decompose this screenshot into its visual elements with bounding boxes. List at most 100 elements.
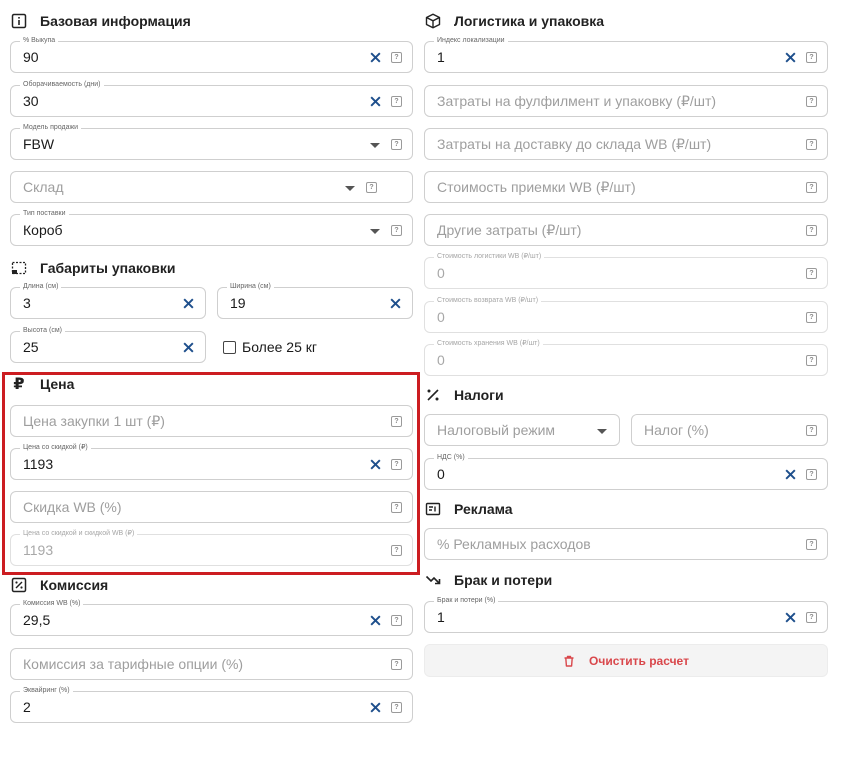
supply-type-select[interactable]: Тип поставки Короб ? (10, 209, 413, 246)
help-icon[interactable]: ? (391, 52, 402, 63)
section-basic-info: Базовая информация (10, 12, 191, 30)
help-icon[interactable]: ? (391, 702, 402, 713)
height-field[interactable]: Высота (см) 25 (10, 326, 206, 363)
help-icon[interactable]: ? (806, 425, 817, 436)
section-title: Логистика и упаковка (454, 13, 605, 29)
clear-icon[interactable] (369, 614, 382, 627)
clear-icon[interactable] (369, 458, 382, 471)
clear-icon[interactable] (369, 701, 382, 714)
help-icon[interactable]: ? (806, 52, 817, 63)
field-value[interactable]: 2 (23, 692, 31, 723)
help-icon[interactable]: ? (806, 312, 817, 323)
help-icon[interactable]: ? (391, 459, 402, 470)
help-icon[interactable]: ? (391, 225, 402, 236)
help-icon[interactable]: ? (391, 96, 402, 107)
help-icon[interactable]: ? (366, 182, 377, 193)
help-icon[interactable]: ? (806, 612, 817, 623)
wb-commission-field[interactable]: Комиссия WB (%) 29,5 ? (10, 599, 413, 636)
trend-down-icon (424, 571, 442, 589)
field-value: FBW (23, 136, 55, 152)
field-value[interactable]: 1 (437, 602, 445, 633)
help-icon[interactable]: ? (391, 659, 402, 670)
fulfillment-cost-field[interactable]: Затраты на фулфилмент и упаковку (₽/шт) … (424, 85, 828, 117)
field-label: Стоимость возврата WB (₽/шт) (434, 296, 542, 305)
section-title: Габариты упаковки (40, 260, 176, 276)
field-placeholder: Скидка WB (%) (23, 499, 122, 515)
heavy-checkbox[interactable]: Более 25 кг (223, 339, 317, 355)
help-icon[interactable]: ? (391, 502, 402, 513)
storage-cost-field: Стоимость хранения WB (₽/шт) 0 ? (424, 339, 828, 376)
logistics-cost-field: Стоимость логистики WB (₽/шт) 0 ? (424, 252, 828, 289)
tax-regime-select[interactable]: Налоговый режим (424, 414, 620, 446)
clear-icon[interactable] (182, 341, 195, 354)
tariff-commission-field[interactable]: Комиссия за тарифные опции (%) ? (10, 648, 413, 680)
field-value[interactable]: 30 (23, 86, 39, 117)
help-icon[interactable]: ? (806, 268, 817, 279)
defects-field[interactable]: Брак и потери (%) 1 ? (424, 596, 828, 633)
wb-discount-field[interactable]: Скидка WB (%) ? (10, 491, 413, 523)
localization-index-field[interactable]: Индекс локализации 1 ? (424, 36, 828, 73)
ad-expenses-field[interactable]: % Рекламных расходов ? (424, 528, 828, 560)
field-label: Стоимость логистики WB (₽/шт) (434, 252, 545, 261)
field-value[interactable]: 0 (437, 459, 445, 490)
help-icon[interactable]: ? (391, 139, 402, 150)
field-label: Стоимость хранения WB (₽/шт) (434, 339, 543, 348)
clear-icon[interactable] (369, 95, 382, 108)
chevron-down-icon[interactable] (597, 429, 607, 434)
clear-icon[interactable] (784, 611, 797, 624)
buyout-field[interactable]: % Выкупа 90 ? (10, 36, 413, 73)
clear-icon[interactable] (784, 51, 797, 64)
section-price: ₽ Цена (10, 375, 74, 393)
sales-model-select[interactable]: Модель продажи FBW ? (10, 123, 413, 160)
percent-box-icon (10, 576, 28, 594)
acquiring-field[interactable]: Эквайринг (%) 2 ? (10, 686, 413, 723)
delivery-cost-field[interactable]: Затраты на доставку до склада WB (₽/шт) … (424, 128, 828, 160)
help-icon[interactable]: ? (806, 182, 817, 193)
acceptance-cost-field[interactable]: Стоимость приемки WB (₽/шт) ? (424, 171, 828, 203)
field-value: 0 (437, 309, 445, 325)
length-field[interactable]: Длина (см) 3 (10, 282, 206, 319)
field-value[interactable]: 1193 (23, 449, 53, 480)
discount-price-field[interactable]: Цена со скидкой (₽) 1193 ? (10, 443, 413, 480)
help-icon[interactable]: ? (806, 355, 817, 366)
tax-rate-field[interactable]: Налог (%) ? (631, 414, 828, 446)
help-icon[interactable]: ? (806, 225, 817, 236)
chevron-down-icon[interactable] (370, 229, 380, 234)
field-value: Короб (23, 222, 63, 238)
clear-icon[interactable] (389, 297, 402, 310)
ad-board-icon (424, 500, 442, 518)
warehouse-select[interactable]: Склад ? (10, 171, 413, 203)
field-value[interactable]: 29,5 (23, 605, 50, 636)
help-icon[interactable]: ? (806, 96, 817, 107)
clear-icon[interactable] (784, 468, 797, 481)
field-value[interactable]: 3 (23, 288, 31, 319)
help-icon[interactable]: ? (391, 545, 402, 556)
vat-field[interactable]: НДС (%) 0 ? (424, 453, 828, 490)
chevron-down-icon[interactable] (370, 143, 380, 148)
field-placeholder: Налог (%) (644, 422, 709, 438)
field-placeholder: Стоимость приемки WB (₽/шт) (437, 179, 636, 195)
clear-calculation-button[interactable]: Очистить расчет (424, 644, 828, 677)
turnover-field[interactable]: Оборачиваемость (дни) 30 ? (10, 80, 413, 117)
section-logistics: Логистика и упаковка (424, 12, 604, 30)
clear-icon[interactable] (182, 297, 195, 310)
section-title: Брак и потери (454, 572, 553, 588)
field-placeholder: Комиссия за тарифные опции (%) (23, 656, 244, 672)
help-icon[interactable]: ? (391, 615, 402, 626)
help-icon[interactable]: ? (806, 469, 817, 480)
help-icon[interactable]: ? (391, 416, 402, 427)
field-value[interactable]: 1 (437, 42, 445, 73)
field-value[interactable]: 19 (230, 288, 246, 319)
purchase-price-field[interactable]: Цена закупки 1 шт (₽) ? (10, 405, 413, 437)
field-value[interactable]: 90 (23, 42, 39, 73)
width-field[interactable]: Ширина (см) 19 (217, 282, 413, 319)
field-label: Индекс локализации (434, 36, 508, 45)
checkbox-box[interactable] (223, 340, 236, 354)
field-value[interactable]: 25 (23, 332, 39, 363)
chevron-down-icon[interactable] (345, 186, 355, 191)
other-costs-field[interactable]: Другие затраты (₽/шт) ? (424, 214, 828, 246)
help-icon[interactable]: ? (806, 539, 817, 550)
help-icon[interactable]: ? (806, 139, 817, 150)
box-dimensions-icon (10, 259, 28, 277)
clear-icon[interactable] (369, 51, 382, 64)
